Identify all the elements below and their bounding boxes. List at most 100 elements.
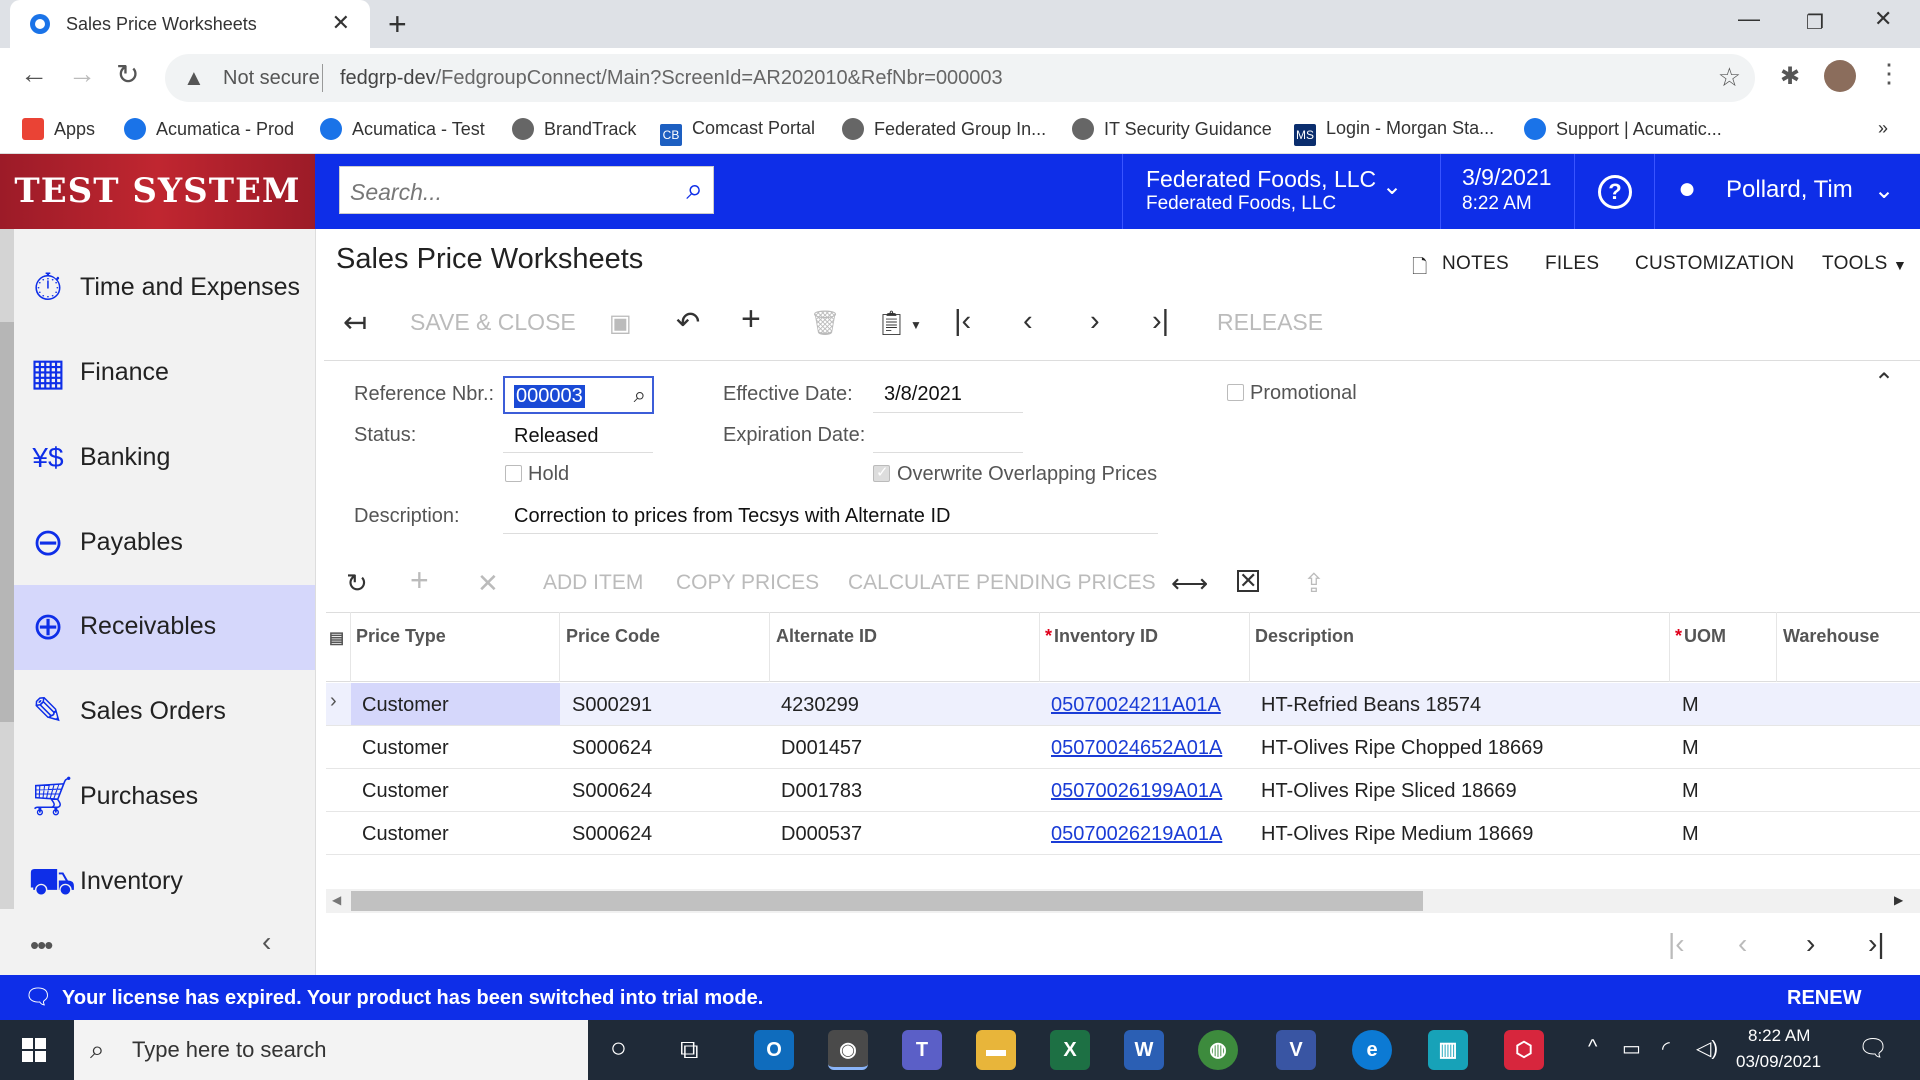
extensions-icon[interactable]: ✱ [1780,62,1800,91]
next-page-icon[interactable]: › [1806,928,1815,960]
description-input[interactable]: Correction to prices from Tecsys with Al… [514,505,950,528]
last-page-icon[interactable]: ›| [1868,928,1885,960]
sidebar-item-receivables[interactable]: ⊕ Receivables [14,585,315,670]
cell-inventory-id-link[interactable]: 05070026199A01A [1051,780,1222,803]
battery-icon[interactable]: ▭ [1622,1036,1641,1061]
bookmark-it-security[interactable]: IT Security Guidance [1072,118,1272,140]
sidebar-item-banking[interactable]: ¥$ Banking [14,416,315,501]
company-selector[interactable]: Federated Foods, LLC [1146,166,1376,193]
teams-icon[interactable]: T [902,1030,942,1070]
sidebar-item-payables[interactable]: ⊖ Payables [14,501,315,586]
building-app-icon[interactable]: ▥ [1428,1030,1468,1070]
cell-price-code[interactable]: S000291 [572,694,652,717]
cube-app-icon[interactable]: ⬡ [1504,1030,1544,1070]
file-explorer-icon[interactable]: ▬ [976,1030,1016,1070]
cell-price-type[interactable]: Customer [362,737,449,760]
new-tab-icon[interactable]: + [388,6,407,43]
release-button[interactable]: RELEASE [1217,309,1323,336]
global-search-input[interactable]: Search... ⌕ [339,166,714,214]
cell-price-code[interactable]: S000624 [572,737,652,760]
back-arrow-icon[interactable]: ↤ [343,305,367,340]
cell-uom[interactable]: M [1682,694,1699,717]
cell-alternate-id[interactable]: D001783 [781,780,862,803]
browser-menu-icon[interactable]: ⋮ [1876,58,1902,89]
task-view-icon[interactable]: ⧉ [680,1034,699,1066]
cell-description[interactable]: HT-Olives Ripe Sliced 18669 [1261,780,1517,803]
cell-price-code[interactable]: S000624 [572,823,652,846]
sidebar-item-purchases[interactable]: 🛒︎ Purchases [14,755,315,840]
bookmark-acumatica-prod[interactable]: Acumatica - Prod [124,118,294,140]
sidebar-item-time-and-expenses[interactable]: ⏱ Time and Expenses [14,246,315,331]
collapse-form-icon[interactable]: ⌃ [1874,368,1894,397]
next-record-icon[interactable]: › [1090,305,1100,338]
previous-record-icon[interactable]: ‹ [1023,305,1033,338]
column-header-price-code[interactable]: Price Code [566,626,660,647]
volume-icon[interactable]: ◁) [1696,1036,1718,1061]
cell-alternate-id[interactable]: D000537 [781,823,862,846]
files-link[interactable]: FILES [1545,253,1599,275]
chevron-down-icon[interactable]: ⌄ [1874,176,1894,205]
customization-link[interactable]: CUSTOMIZATION [1635,253,1794,275]
cell-inventory-id-link[interactable]: 05070024211A01A [1051,694,1221,717]
scrollbar-thumb[interactable] [351,891,1423,911]
cell-description[interactable]: HT-Olives Ripe Chopped 18669 [1261,737,1543,760]
renew-link[interactable]: RENEW [1787,987,1861,1010]
cell-uom[interactable]: M [1682,823,1699,846]
network-icon[interactable]: ◜ [1662,1036,1670,1061]
refresh-icon[interactable]: ↻ [346,568,368,599]
sidebar-item-inventory[interactable]: ⛟ Inventory [14,840,315,925]
hold-checkbox[interactable] [505,465,522,482]
cell-price-type[interactable]: Customer [362,780,449,803]
clipboard-icon[interactable]: 📋︎ [876,309,906,338]
effective-date-input[interactable]: 3/8/2021 [884,383,962,406]
cell-uom[interactable]: M [1682,737,1699,760]
column-header-warehouse[interactable]: Warehouse [1783,626,1879,647]
bookmark-star-icon[interactable]: ☆ [1718,62,1741,93]
bookmark-morgan-stanley[interactable]: MS Login - Morgan Sta... [1294,118,1494,146]
first-page-icon[interactable]: |‹ [1668,928,1685,960]
bookmarks-more-icon[interactable]: » [1878,118,1888,139]
lookup-icon[interactable]: ⌕ [634,382,646,408]
url-text[interactable]: fedgrp-dev/FedgroupConnect/Main?ScreenId… [340,67,1003,90]
bookmark-apps[interactable]: Apps [22,118,95,140]
column-header-inventory-id[interactable]: * Inventory ID [1045,626,1158,647]
overwrite-checkbox[interactable] [873,463,890,482]
forward-icon[interactable]: → [68,58,96,90]
column-header-description[interactable]: Description [1255,626,1354,647]
undo-icon[interactable]: ↶ [676,305,700,340]
upload-icon[interactable]: ⇪ [1303,568,1325,599]
add-icon[interactable]: + [741,300,761,339]
scroll-left-icon[interactable]: ◀ [332,893,341,907]
browser-tab[interactable]: Sales Price Worksheets ✕ [10,0,370,48]
save-close-button[interactable]: SAVE & CLOSE [410,309,576,336]
profile-avatar[interactable] [1824,60,1856,92]
save-icon[interactable]: ▣ [609,309,632,338]
user-menu[interactable]: Pollard, Tim [1726,176,1853,204]
taskbar-time[interactable]: 8:22 AM [1748,1026,1810,1046]
cell-alternate-id[interactable]: D001457 [781,737,862,760]
notes-link[interactable]: NOTES [1442,253,1509,275]
word-icon[interactable]: W [1124,1030,1164,1070]
caret-down-icon[interactable]: ▼ [910,318,922,332]
fit-columns-icon[interactable]: ⟷ [1171,568,1208,599]
test-system-logo[interactable]: TEST SYSTEM [0,154,315,229]
reload-icon[interactable]: ↻ [116,58,139,91]
taskbar-search-box[interactable]: ⌕ Type here to search [74,1020,588,1080]
column-header-price-type[interactable]: Price Type [356,626,446,647]
restore-icon[interactable]: ❐ [1806,10,1824,35]
last-record-icon[interactable]: ›| [1152,305,1169,338]
tools-menu[interactable]: TOOLS [1822,253,1888,275]
cell-description[interactable]: HT-Olives Ripe Medium 18669 [1261,823,1533,846]
column-header-alternate-id[interactable]: Alternate ID [776,626,877,647]
excel-icon[interactable]: X [1050,1030,1090,1070]
row-selector-icon[interactable]: › [330,690,337,713]
help-icon[interactable]: ? [1598,175,1632,209]
close-tab-icon[interactable]: ✕ [332,10,350,36]
delete-icon[interactable]: 🗑︎ [810,309,840,338]
windows-start-icon[interactable] [22,1038,46,1062]
chrome-icon[interactable]: ◉ [828,1030,868,1070]
cell-price-code[interactable]: S000624 [572,780,652,803]
cortana-icon[interactable]: ○ [610,1032,627,1064]
bookmark-federated-group[interactable]: Federated Group In... [842,118,1046,140]
first-record-icon[interactable]: |‹ [954,305,971,338]
